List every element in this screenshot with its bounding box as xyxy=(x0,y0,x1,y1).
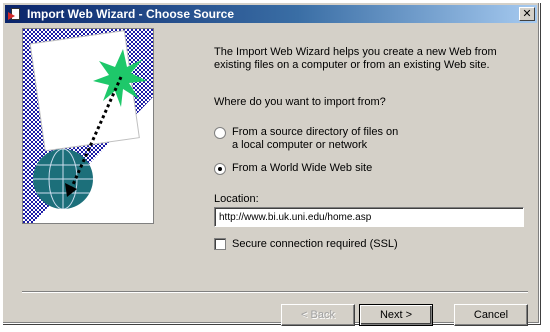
back-button[interactable]: < Back xyxy=(281,304,355,326)
window-title: Import Web Wizard - Choose Source xyxy=(27,7,235,21)
local-source-radio[interactable] xyxy=(214,127,226,139)
secure-connection-label[interactable]: Secure connection required (SSL) xyxy=(232,238,398,250)
source-question: Where do you want to import from? xyxy=(214,96,386,108)
close-button[interactable]: ✕ xyxy=(519,7,535,21)
local-source-option[interactable]: From a source directory of files on a lo… xyxy=(214,126,402,152)
web-site-option[interactable]: From a World Wide Web site xyxy=(214,162,402,175)
location-label: Location: xyxy=(214,193,259,205)
web-import-illustration xyxy=(23,29,153,223)
title-bar[interactable]: Import Web Wizard - Choose Source ✕ xyxy=(5,5,537,23)
intro-text: The Import Web Wizard helps you create a… xyxy=(214,46,497,71)
web-site-label[interactable]: From a World Wide Web site xyxy=(232,162,402,175)
secure-connection-checkbox[interactable] xyxy=(214,238,226,250)
wizard-illustration xyxy=(22,28,154,224)
button-separator xyxy=(22,291,528,293)
cancel-button[interactable]: Cancel xyxy=(454,304,528,326)
local-source-label[interactable]: From a source directory of files on a lo… xyxy=(232,126,402,152)
web-site-radio[interactable] xyxy=(214,163,226,175)
next-button[interactable]: Next > xyxy=(359,304,433,326)
secure-connection-option[interactable]: Secure connection required (SSL) xyxy=(214,238,398,250)
location-input[interactable] xyxy=(214,207,524,227)
import-web-icon xyxy=(8,7,22,21)
